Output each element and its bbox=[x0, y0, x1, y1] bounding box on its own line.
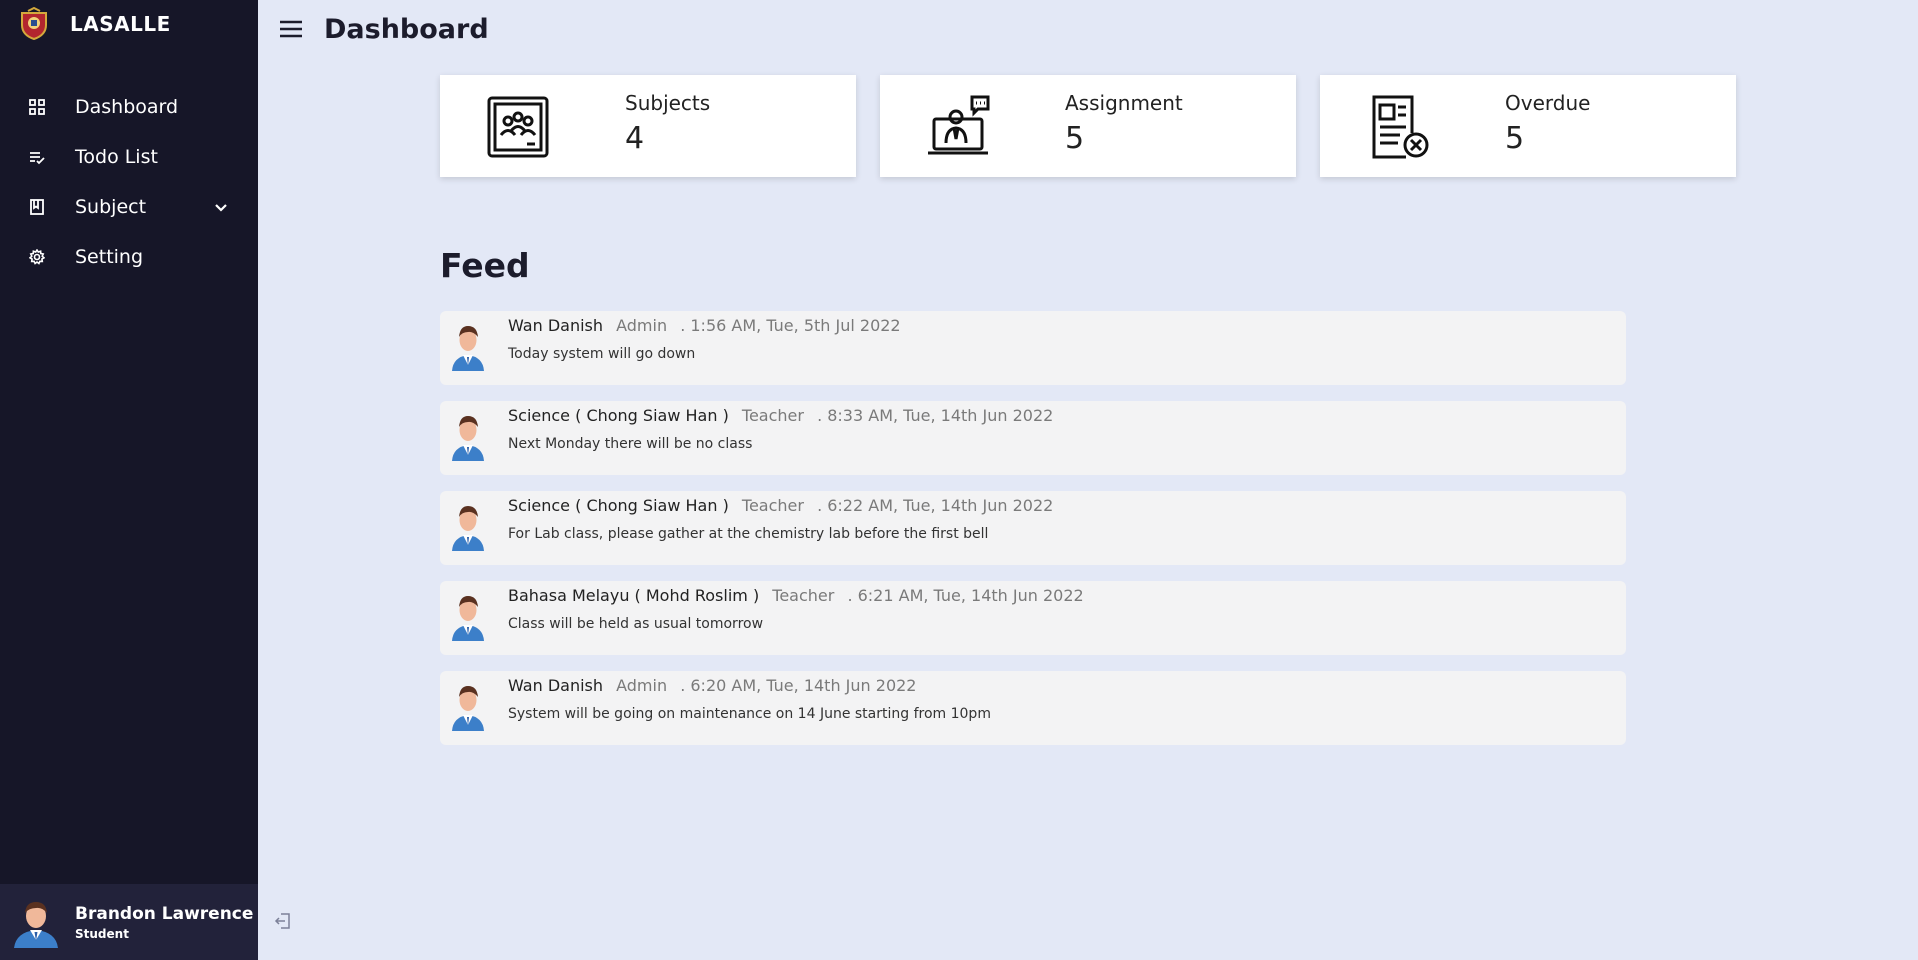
logout-icon[interactable] bbox=[274, 912, 292, 930]
feed-message: Today system will go down bbox=[508, 346, 696, 362]
list-check-icon bbox=[28, 148, 46, 166]
avatar bbox=[14, 902, 58, 948]
feed-timestamp: . 8:33 AM, Tue, 14th Jun 2022 bbox=[817, 406, 1054, 425]
feed-role: Admin bbox=[616, 316, 668, 335]
page-title: Dashboard bbox=[324, 13, 489, 45]
sidebar-item-label: Dashboard bbox=[75, 96, 179, 118]
sidebar: LASALLE Dashboard Todo List Subject Sett… bbox=[0, 0, 258, 960]
feed-author: Bahasa Melayu ( Mohd Roslim ) bbox=[508, 586, 760, 605]
feed-timestamp: . 6:20 AM, Tue, 14th Jun 2022 bbox=[680, 676, 917, 695]
feed-timestamp: . 1:56 AM, Tue, 5th Jul 2022 bbox=[680, 316, 901, 335]
avatar bbox=[452, 326, 484, 371]
stat-card-subjects[interactable]: Subjects 4 bbox=[440, 75, 856, 177]
avatar bbox=[452, 506, 484, 551]
user-profile[interactable]: Brandon Lawrence Student bbox=[0, 884, 258, 960]
feed-item-header: Wan Danish Admin . 1:56 AM, Tue, 5th Jul… bbox=[508, 316, 901, 335]
feed-item-header: Science ( Chong Siaw Han ) Teacher . 6:2… bbox=[508, 496, 1053, 515]
stat-label: Overdue bbox=[1505, 91, 1591, 115]
avatar bbox=[452, 596, 484, 641]
feed-item[interactable]: Wan Danish Admin . 1:56 AM, Tue, 5th Jul… bbox=[440, 311, 1626, 385]
avatar bbox=[452, 686, 484, 731]
sidebar-item-label: Subject bbox=[75, 196, 147, 218]
gear-icon bbox=[28, 248, 46, 266]
hamburger-menu-icon[interactable] bbox=[278, 18, 304, 40]
user-role: Student bbox=[75, 926, 129, 941]
stat-value: 4 bbox=[625, 121, 645, 156]
chevron-down-icon[interactable] bbox=[214, 200, 228, 214]
online-teacher-icon bbox=[928, 95, 990, 155]
brand[interactable]: LASALLE bbox=[0, 0, 258, 48]
top-bar: Dashboard bbox=[258, 0, 1918, 58]
document-cancel-icon bbox=[1372, 95, 1429, 159]
feed-item[interactable]: Wan Danish Admin . 6:20 AM, Tue, 14th Ju… bbox=[440, 671, 1626, 745]
avatar bbox=[452, 416, 484, 461]
stat-label: Assignment bbox=[1065, 91, 1183, 115]
classroom-icon bbox=[487, 96, 549, 158]
feed-role: Teacher bbox=[741, 496, 804, 515]
feed-timestamp: . 6:22 AM, Tue, 14th Jun 2022 bbox=[817, 496, 1054, 515]
feed-item-header: Wan Danish Admin . 6:20 AM, Tue, 14th Ju… bbox=[508, 676, 916, 695]
grid-icon bbox=[28, 98, 46, 116]
feed-title: Feed bbox=[440, 246, 530, 285]
feed-item[interactable]: Science ( Chong Siaw Han ) Teacher . 6:2… bbox=[440, 491, 1626, 565]
feed-role: Admin bbox=[616, 676, 668, 695]
feed-message: Next Monday there will be no class bbox=[508, 436, 753, 452]
feed-role: Teacher bbox=[772, 586, 835, 605]
stat-card-assignment[interactable]: Assignment 5 bbox=[880, 75, 1296, 177]
stat-value: 5 bbox=[1065, 121, 1085, 156]
sidebar-item-label: Setting bbox=[75, 246, 144, 268]
stat-value: 5 bbox=[1505, 121, 1525, 156]
sidebar-nav: Dashboard Todo List Subject Setting bbox=[0, 82, 258, 282]
feed-message: Class will be held as usual tomorrow bbox=[508, 616, 764, 632]
sidebar-item-label: Todo List bbox=[75, 146, 158, 168]
feed-author: Science ( Chong Siaw Han ) bbox=[508, 406, 729, 425]
sidebar-item-todo-list[interactable]: Todo List bbox=[0, 132, 258, 182]
sidebar-item-subject[interactable]: Subject bbox=[0, 182, 258, 232]
feed-list: Wan Danish Admin . 1:56 AM, Tue, 5th Jul… bbox=[440, 311, 1626, 761]
feed-message: System will be going on maintenance on 1… bbox=[508, 706, 991, 722]
feed-author: Science ( Chong Siaw Han ) bbox=[508, 496, 729, 515]
feed-item[interactable]: Science ( Chong Siaw Han ) Teacher . 8:3… bbox=[440, 401, 1626, 475]
feed-role: Teacher bbox=[741, 406, 804, 425]
feed-message: For Lab class, please gather at the chem… bbox=[508, 526, 989, 542]
user-info: Brandon Lawrence Student bbox=[75, 904, 253, 941]
feed-item[interactable]: Bahasa Melayu ( Mohd Roslim ) Teacher . … bbox=[440, 581, 1626, 655]
feed-item-header: Science ( Chong Siaw Han ) Teacher . 8:3… bbox=[508, 406, 1053, 425]
feed-item-header: Bahasa Melayu ( Mohd Roslim ) Teacher . … bbox=[508, 586, 1084, 605]
feed-timestamp: . 6:21 AM, Tue, 14th Jun 2022 bbox=[847, 586, 1084, 605]
brand-name: LASALLE bbox=[70, 12, 171, 36]
stat-card-overdue[interactable]: Overdue 5 bbox=[1320, 75, 1736, 177]
school-crest-icon bbox=[21, 7, 47, 41]
feed-author: Wan Danish bbox=[508, 316, 604, 335]
sidebar-item-dashboard[interactable]: Dashboard bbox=[0, 82, 258, 132]
feed-author: Wan Danish bbox=[508, 676, 604, 695]
user-name: Brandon Lawrence bbox=[75, 903, 254, 924]
sidebar-item-setting[interactable]: Setting bbox=[0, 232, 258, 282]
book-icon bbox=[28, 198, 46, 216]
stat-label: Subjects bbox=[625, 91, 711, 115]
